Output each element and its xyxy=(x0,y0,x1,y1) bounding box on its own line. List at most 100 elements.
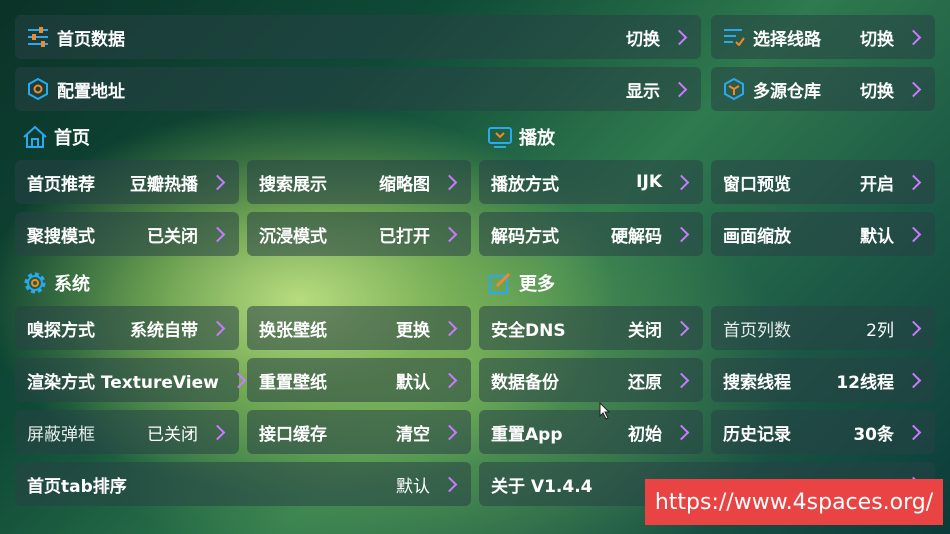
history-label: 历史记录 xyxy=(723,424,791,445)
chevron-right-icon xyxy=(905,372,922,388)
select-route-row[interactable]: 选择线路 切换 xyxy=(711,15,935,59)
sniff-mode-label: 嗅探方式 xyxy=(27,320,95,341)
reset-wallpaper-label: 重置壁纸 xyxy=(259,372,327,393)
reset-app-value: 初始 xyxy=(628,424,662,445)
config-address-value: 显示 xyxy=(626,81,660,102)
home-recommend-label: 首页推荐 xyxy=(27,174,95,195)
chevron-right-icon xyxy=(441,476,458,492)
multi-source-label: 多源仓库 xyxy=(753,81,821,102)
home-recommend-value: 豆瓣热播 xyxy=(130,174,198,195)
section-more-title: 更多 xyxy=(519,274,555,295)
immersive-row[interactable]: 沉浸模式 已打开 xyxy=(247,212,471,256)
edit-icon xyxy=(487,270,513,296)
data-backup-row[interactable]: 数据备份 还原 xyxy=(479,358,703,402)
tab-sort-row[interactable]: 首页tab排序 默认 xyxy=(15,462,471,506)
decode-mode-label: 解码方式 xyxy=(491,226,559,247)
multi-source-value: 切换 xyxy=(860,81,894,102)
aggregate-search-row[interactable]: 聚搜模式 已关闭 xyxy=(15,212,239,256)
window-preview-row[interactable]: 窗口预览 开启 xyxy=(711,160,935,204)
chevron-right-icon xyxy=(441,320,458,336)
immersive-label: 沉浸模式 xyxy=(259,226,327,247)
reset-app-label: 重置App xyxy=(491,424,563,445)
home-icon xyxy=(22,124,48,150)
chevron-right-icon xyxy=(209,174,226,190)
chevron-right-icon xyxy=(209,424,226,440)
data-backup-value: 还原 xyxy=(628,372,662,393)
chevron-right-icon xyxy=(905,81,922,97)
window-preview-label: 窗口预览 xyxy=(723,174,791,195)
sniff-mode-row[interactable]: 嗅探方式 系统自带 xyxy=(15,306,239,350)
cube-icon xyxy=(723,78,745,100)
search-threads-row[interactable]: 搜索线程 12线程 xyxy=(711,358,935,402)
home-data-row[interactable]: 首页数据 切换 xyxy=(15,15,701,59)
sniff-mode-value: 系统自带 xyxy=(130,320,198,341)
home-data-value: 切换 xyxy=(626,29,660,50)
aggregate-search-label: 聚搜模式 xyxy=(27,226,95,247)
api-cache-value: 清空 xyxy=(396,424,430,445)
reset-app-row[interactable]: 重置App 初始 xyxy=(479,410,703,454)
mouse-cursor-icon xyxy=(599,402,611,420)
chevron-right-icon xyxy=(209,320,226,336)
chevron-right-icon xyxy=(905,226,922,242)
play-mode-label: 播放方式 xyxy=(491,174,559,195)
search-display-label: 搜索展示 xyxy=(259,174,327,195)
reset-wallpaper-row[interactable]: 重置壁纸 默认 xyxy=(247,358,471,402)
gear-icon xyxy=(22,270,48,296)
block-popup-row[interactable]: 屏蔽弹框 已关闭 xyxy=(15,410,239,454)
history-row[interactable]: 历史记录 30条 xyxy=(711,410,935,454)
section-system: 系统 xyxy=(22,270,90,296)
watermark-banner: https://www.4spaces.org/ xyxy=(645,479,943,525)
data-backup-label: 数据备份 xyxy=(491,372,559,393)
chevron-right-icon xyxy=(441,174,458,190)
section-home: 首页 xyxy=(22,124,90,150)
api-cache-row[interactable]: 接口缓存 清空 xyxy=(247,410,471,454)
chevron-right-icon xyxy=(441,372,458,388)
secure-dns-row[interactable]: 安全DNS 关闭 xyxy=(479,306,703,350)
chevron-right-icon xyxy=(230,372,247,388)
chevron-right-icon xyxy=(673,174,690,190)
change-wallpaper-label: 换张壁纸 xyxy=(259,320,327,341)
chevron-right-icon xyxy=(905,320,922,336)
render-mode-row[interactable]: 渲染方式 TextureView xyxy=(15,358,247,402)
change-wallpaper-value: 更换 xyxy=(396,320,430,341)
home-columns-row[interactable]: 首页列数 2列 xyxy=(711,306,935,350)
change-wallpaper-row[interactable]: 换张壁纸 更换 xyxy=(247,306,471,350)
decode-mode-row[interactable]: 解码方式 硬解码 xyxy=(479,212,703,256)
play-mode-value: IJK xyxy=(636,172,662,192)
search-threads-value: 12线程 xyxy=(836,372,894,393)
chevron-right-icon xyxy=(441,226,458,242)
tab-sort-value: 默认 xyxy=(396,476,430,497)
history-value: 30条 xyxy=(853,424,894,445)
chevron-right-icon xyxy=(673,372,690,388)
secure-dns-label: 安全DNS xyxy=(491,320,566,341)
list-icon xyxy=(723,26,745,48)
home-recommend-row[interactable]: 首页推荐 豆瓣热播 xyxy=(15,160,239,204)
search-threads-label: 搜索线程 xyxy=(723,372,791,393)
multi-source-row[interactable]: 多源仓库 切换 xyxy=(711,67,935,111)
hexagon-icon xyxy=(27,78,49,100)
sliders-icon xyxy=(27,26,49,48)
section-play: 播放 xyxy=(487,124,555,150)
section-more: 更多 xyxy=(487,270,555,296)
config-address-row[interactable]: 配置地址 显示 xyxy=(15,67,701,111)
screen-scale-value: 默认 xyxy=(860,226,894,247)
block-popup-label: 屏蔽弹框 xyxy=(27,424,95,445)
play-mode-row[interactable]: 播放方式 IJK xyxy=(479,160,703,204)
screen-scale-row[interactable]: 画面缩放 默认 xyxy=(711,212,935,256)
chevron-right-icon xyxy=(673,226,690,242)
section-home-title: 首页 xyxy=(54,128,90,149)
home-data-label: 首页数据 xyxy=(57,29,125,50)
screen-scale-label: 画面缩放 xyxy=(723,226,791,247)
chevron-right-icon xyxy=(905,29,922,45)
section-play-title: 播放 xyxy=(519,128,555,149)
search-display-row[interactable]: 搜索展示 缩略图 xyxy=(247,160,471,204)
api-cache-label: 接口缓存 xyxy=(259,424,327,445)
chevron-right-icon xyxy=(905,174,922,190)
chevron-right-icon xyxy=(441,424,458,440)
chevron-right-icon xyxy=(905,424,922,440)
chevron-right-icon xyxy=(673,424,690,440)
decode-mode-value: 硬解码 xyxy=(611,226,662,247)
chevron-right-icon xyxy=(671,29,688,45)
select-route-label: 选择线路 xyxy=(753,29,821,50)
immersive-value: 已打开 xyxy=(379,226,430,247)
